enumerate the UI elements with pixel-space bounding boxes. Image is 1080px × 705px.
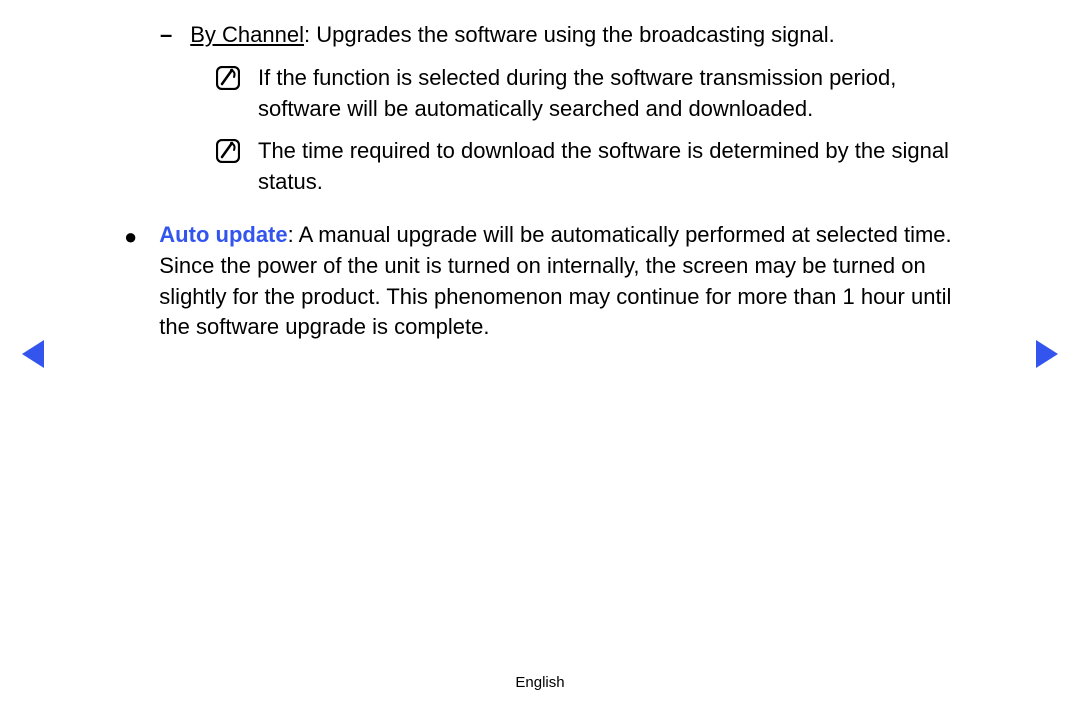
manual-page-content: – By Channel: Upgrades the software usin… (0, 0, 1080, 343)
note-text-1: If the function is selected during the s… (258, 63, 980, 125)
by-channel-description: : Upgrades the software using the broadc… (304, 22, 835, 47)
by-channel-label: By Channel (190, 22, 304, 47)
note-item-2: The time required to download the softwa… (216, 136, 980, 198)
note-icon (216, 66, 240, 90)
note-text-2: The time required to download the softwa… (258, 136, 980, 198)
auto-update-item: ● Auto update: A manual upgrade will be … (124, 220, 980, 343)
next-page-arrow[interactable] (1036, 340, 1058, 368)
note-icon (216, 139, 240, 163)
prev-page-arrow[interactable] (22, 340, 44, 368)
auto-update-body: Auto update: A manual upgrade will be au… (159, 220, 980, 343)
note-item-1: If the function is selected during the s… (216, 63, 980, 125)
dash-marker: – (160, 20, 172, 51)
auto-update-label: Auto update (159, 222, 287, 247)
by-channel-item: – By Channel: Upgrades the software usin… (160, 20, 980, 51)
footer-language: English (0, 674, 1080, 691)
by-channel-body: By Channel: Upgrades the software using … (190, 20, 980, 51)
bullet-marker: ● (124, 222, 137, 253)
